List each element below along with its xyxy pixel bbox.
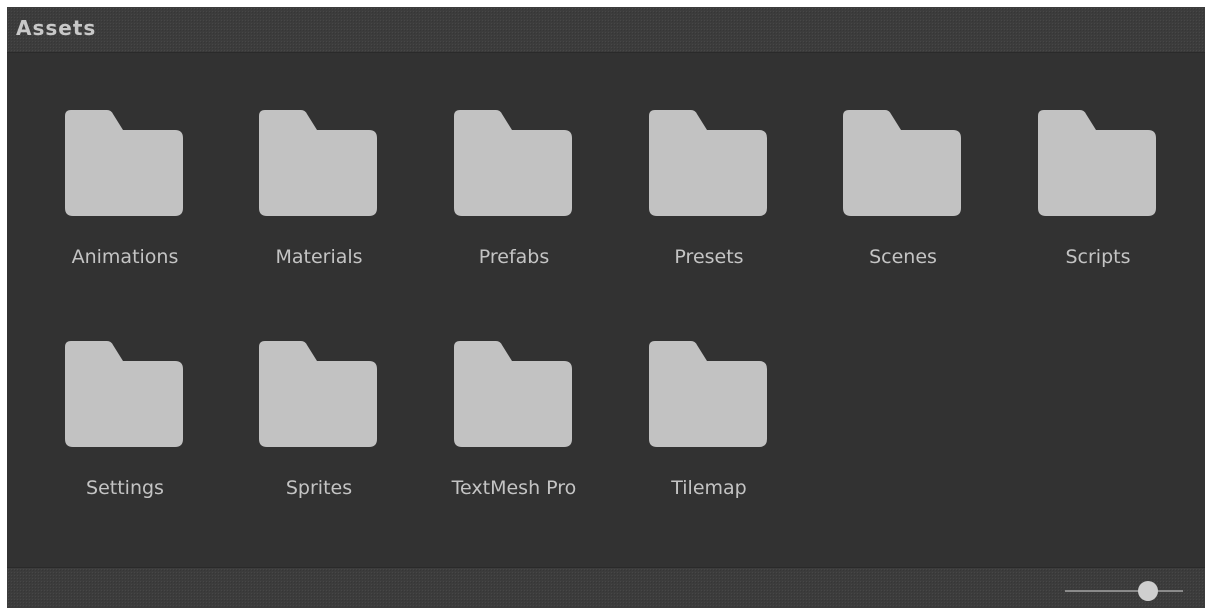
breadcrumb-assets[interactable]: Assets xyxy=(16,16,96,40)
folder-icon xyxy=(259,110,379,216)
folder-tilemap[interactable]: Tilemap xyxy=(594,336,784,546)
folder-icon xyxy=(65,341,185,447)
folder-icon xyxy=(649,110,769,216)
folder-icon xyxy=(65,110,185,216)
folder-textmesh-pro[interactable]: TextMesh Pro xyxy=(399,336,589,546)
folder-materials[interactable]: Materials xyxy=(204,105,394,315)
folder-label: Scripts xyxy=(1065,246,1131,268)
zoom-slider-thumb[interactable] xyxy=(1137,581,1158,601)
folder-animations[interactable]: Animations xyxy=(10,105,200,315)
asset-grid: Animations Materials Prefabs Presets Sce… xyxy=(7,53,1205,567)
folder-icon xyxy=(649,341,769,447)
folder-label: Tilemap xyxy=(671,477,747,499)
folder-scenes[interactable]: Scenes xyxy=(788,105,978,315)
folder-icon xyxy=(454,110,574,216)
folder-presets[interactable]: Presets xyxy=(594,105,784,315)
folder-icon xyxy=(259,341,379,447)
folder-scripts[interactable]: Scripts xyxy=(983,105,1173,315)
folder-icon xyxy=(1038,110,1158,216)
zoom-slider-track xyxy=(1065,590,1183,592)
folder-prefabs[interactable]: Prefabs xyxy=(399,105,589,315)
folder-settings[interactable]: Settings xyxy=(10,336,200,546)
folder-sprites[interactable]: Sprites xyxy=(204,336,394,546)
panel-footer xyxy=(7,567,1205,608)
folder-icon xyxy=(454,341,574,447)
zoom-slider[interactable] xyxy=(1065,580,1183,602)
folder-icon xyxy=(843,110,963,216)
project-panel: Assets Animations Materials Prefabs Pres… xyxy=(7,7,1205,608)
panel-header: Assets xyxy=(7,7,1205,53)
